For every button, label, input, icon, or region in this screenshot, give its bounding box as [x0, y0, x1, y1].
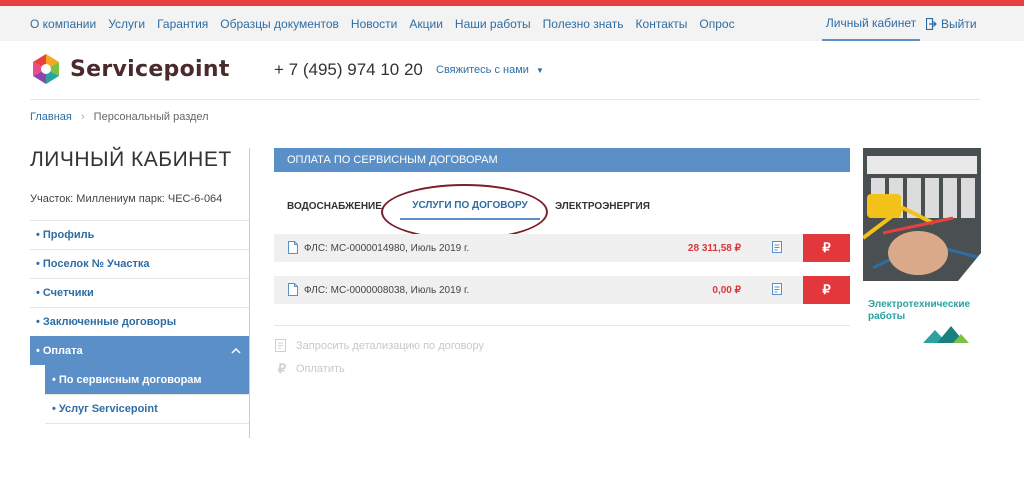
sidebar-item-label: Счетчики: [42, 287, 94, 299]
request-detail-label: Запросить детализацию по договору: [296, 340, 484, 352]
amount-value: 28 311,58 ₽: [687, 242, 741, 254]
table-row: ФЛС: МС-0000014980, Июль 2019 г. 28 311,…: [274, 234, 850, 262]
nav-document-samples[interactable]: Образцы документов: [220, 17, 339, 31]
nav-contacts[interactable]: Контакты: [636, 17, 688, 31]
ruble-icon: ₽: [277, 361, 287, 376]
account-label: ФЛС: МС-0000014980, Июль 2019 г.: [304, 242, 470, 254]
logout-label: Выйти: [941, 16, 977, 31]
nav-useful[interactable]: Полезно знать: [543, 17, 624, 31]
sidebar-subitem-service-contracts[interactable]: • По сервисным договорам: [45, 365, 249, 394]
amount-value: 0,00 ₽: [712, 284, 741, 296]
logout-link[interactable]: Выйти: [926, 6, 977, 41]
request-detail-action[interactable]: Запросить детализацию по договору: [274, 339, 484, 353]
top-navigation: О компании Услуги Гарантия Образцы докум…: [0, 6, 1024, 41]
site-info: Участок: Миллениум парк: ЧЕС-6-064: [30, 193, 223, 205]
sidebar-item-payment[interactable]: • Оплата: [30, 336, 249, 365]
breadcrumb-current: Персональный раздел: [93, 111, 209, 123]
ruble-icon: ₽: [822, 240, 831, 255]
nav-survey[interactable]: Опрос: [699, 17, 734, 31]
rows-divider: [274, 325, 850, 326]
nav-about[interactable]: О компании: [30, 17, 96, 31]
sidebar-item-label: Заключенные договоры: [42, 316, 177, 328]
main-menu: О компании Услуги Гарантия Образцы докум…: [30, 6, 747, 41]
contact-label: Свяжитесь с нами: [436, 64, 529, 76]
chevron-up-icon: [231, 347, 241, 354]
pay-button[interactable]: ₽: [803, 276, 850, 304]
nav-promotions[interactable]: Акции: [409, 17, 443, 31]
nav-services[interactable]: Услуги: [108, 17, 145, 31]
breadcrumb-home[interactable]: Главная: [30, 111, 72, 123]
nav-our-works[interactable]: Наши работы: [455, 17, 531, 31]
ad-image: [863, 148, 981, 281]
breadcrumb-separator-icon: ›: [80, 111, 85, 123]
detail-button[interactable]: [772, 240, 784, 259]
sidebar-item-contracts[interactable]: • Заключенные договоры: [30, 307, 249, 336]
nav-personal-cabinet[interactable]: Личный кабинет: [822, 6, 920, 41]
pay-button[interactable]: ₽: [803, 234, 850, 262]
panel-title: ОПЛАТА ПО СЕРВИСНЫМ ДОГОВОРАМ: [274, 148, 850, 172]
detail-button[interactable]: [772, 282, 784, 301]
phone-number: + 7 (495) 974 10 20: [274, 60, 423, 79]
highlight-ellipse: [381, 184, 548, 240]
ad-caption: Электротехнические работы: [868, 299, 970, 323]
ad-banner[interactable]: Электротехнические работы: [863, 148, 981, 345]
nav-news[interactable]: Новости: [351, 17, 397, 31]
chevron-down-icon: ▼: [535, 66, 544, 75]
sidebar-menu: • Профиль • Поселок № Участка • Счетчики…: [30, 220, 249, 424]
pay-label: Оплатить: [296, 363, 345, 375]
sidebar-item-meters[interactable]: • Счетчики: [30, 278, 249, 307]
logo-mark-icon: [31, 54, 61, 84]
header-divider: [30, 99, 980, 100]
page-title: ЛИЧНЫЙ КАБИНЕТ: [30, 148, 232, 171]
tab-electricity[interactable]: ЭЛЕКТРОЭНЕРГИЯ: [555, 192, 650, 220]
breadcrumb: Главная › Персональный раздел: [30, 111, 209, 123]
sidebar-item-label: Профиль: [42, 229, 95, 241]
document-icon: [288, 283, 298, 296]
sidebar-subitem-label: По сервисным договорам: [58, 374, 202, 386]
sidebar-item-label: Оплата: [42, 345, 83, 357]
brand-name: Servicepoint: [70, 56, 230, 82]
ruble-icon: ₽: [822, 282, 831, 297]
site-logo[interactable]: Servicepoint: [30, 53, 230, 85]
pay-action[interactable]: ₽ Оплатить: [274, 361, 345, 377]
sidebar-border: [249, 148, 250, 438]
detail-icon: [772, 283, 782, 295]
tab-bar: ВОДОСНАБЖЕНИЕ УСЛУГИ ПО ДОГОВОРУ ЭЛЕКТРО…: [274, 192, 850, 220]
document-icon: [288, 241, 298, 254]
tab-water[interactable]: ВОДОСНАБЖЕНИЕ: [287, 192, 382, 220]
sidebar-item-label: Поселок № Участка: [42, 258, 150, 270]
account-label: ФЛС: МС-0000008038, Июль 2019 г.: [304, 284, 470, 296]
site-header: Servicepoint + 7 (495) 974 10 20 Свяжите…: [0, 41, 1024, 99]
sidebar-subitem-label: Услуг Servicepoint: [58, 403, 158, 415]
sidebar-item-plot[interactable]: • Поселок № Участка: [30, 249, 249, 278]
nav-warranty[interactable]: Гарантия: [157, 17, 208, 31]
ad-caption-line1: Электротехнические: [868, 299, 971, 310]
mountain-logo-icon: [923, 326, 969, 343]
sidebar-subitem-servicepoint[interactable]: • Услуг Servicepoint: [45, 394, 249, 423]
request-detail-icon: [274, 339, 290, 353]
table-row: ФЛС: МС-0000008038, Июль 2019 г. 0,00 ₽ …: [274, 276, 850, 304]
contact-dropdown[interactable]: Свяжитесь с нами ▼: [436, 64, 544, 76]
logout-icon: [926, 17, 937, 30]
sidebar-item-profile[interactable]: • Профиль: [30, 220, 249, 249]
ad-caption-line2: работы: [868, 311, 906, 322]
detail-icon: [772, 241, 782, 253]
sidebar-divider: [45, 423, 249, 424]
